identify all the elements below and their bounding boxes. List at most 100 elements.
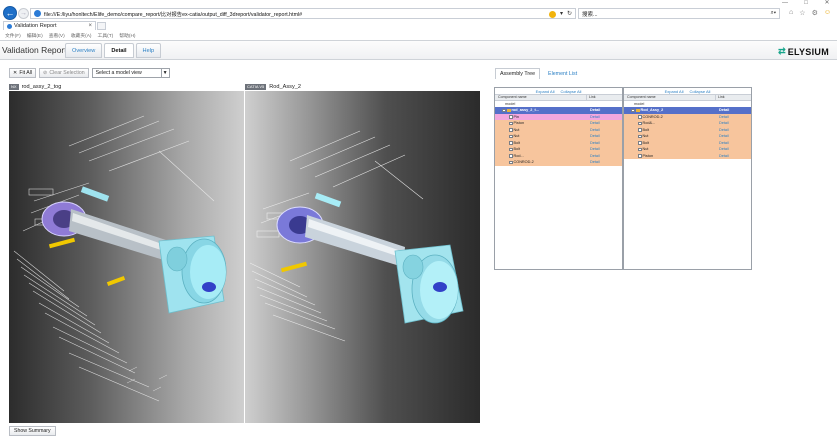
detail-link[interactable]: Detail (716, 147, 751, 151)
menu-tools[interactable]: 工具(T) (98, 32, 114, 39)
tree-node: Bolt (624, 141, 716, 145)
detail-link[interactable]: Detail (587, 160, 622, 164)
home-icon[interactable]: ⌂ (789, 9, 793, 17)
back-button[interactable]: ← (3, 6, 17, 20)
tab-detail[interactable]: Detail (104, 43, 134, 58)
gear-icon[interactable]: ⚙ (812, 9, 818, 17)
tree-node: Nut (624, 134, 716, 138)
detail-link[interactable]: Detail (587, 108, 622, 112)
expand-all-link[interactable]: Expand All (536, 89, 555, 94)
left-3d-viewport[interactable] (9, 91, 244, 423)
close-tab-icon[interactable]: × (88, 23, 92, 29)
search-box[interactable]: 搜索... ⌕▾ (578, 8, 780, 19)
detail-link[interactable]: Detail (587, 121, 622, 125)
right-tree-rows: Rod_Assy_2 Detail CONROD-2 Detail Rod&... Det… (624, 107, 751, 159)
browser-menu-bar: 文件(F) 编辑(E) 查看(V) 收藏夹(A) 工具(T) 帮助(H) (0, 31, 837, 39)
detail-link[interactable]: Detail (587, 147, 622, 151)
tab-overview[interactable]: Overview (65, 43, 103, 58)
collapse-all-link[interactable]: Collapse All (561, 89, 582, 94)
detail-link[interactable]: Detail (716, 154, 751, 158)
viewer-toolbar: ✕ Fit All ⊘ Clear Selection Select a mod… (9, 68, 170, 78)
address-bar[interactable]: file:///E:/liyu/honltech/Elife_demo/comp… (30, 8, 576, 19)
feedback-smiley-icon[interactable]: ☺ (824, 9, 831, 17)
right-model-name: Rod_Assy_2 (269, 83, 301, 90)
detail-link[interactable]: Detail (716, 115, 751, 119)
address-actions: ▾ ↻ (548, 10, 575, 18)
detail-link[interactable]: Detail (716, 128, 751, 132)
tree-node-label: Nut (513, 134, 520, 139)
url-text[interactable]: file:///E:/liyu/honltech/Elife_demo/comp… (44, 10, 549, 18)
tree-node-label: Bolt (642, 140, 650, 145)
detail-link[interactable]: Detail (716, 108, 751, 112)
clear-selection-icon: ⊘ (43, 70, 48, 76)
menu-help[interactable]: 帮助(H) (119, 32, 135, 39)
tab-element-list[interactable]: Element List (543, 68, 582, 79)
visibility-checkbox[interactable] (638, 134, 642, 138)
visibility-checkbox[interactable] (509, 121, 513, 125)
visibility-checkbox[interactable] (509, 115, 513, 119)
assembly-panel-tabs: Assembly Tree Element List (495, 68, 582, 79)
visibility-checkbox[interactable] (631, 108, 635, 112)
compatibility-icon[interactable] (548, 10, 556, 18)
refresh-icon[interactable]: ↻ (567, 10, 572, 18)
detail-link[interactable]: Detail (587, 134, 622, 138)
detail-link[interactable]: Detail (716, 121, 751, 125)
dropdown-arrow-icon[interactable]: ▾ (560, 10, 563, 18)
tree-node-label: Rod_Assy_2 (640, 108, 664, 113)
column-component-name: Component name (495, 95, 587, 100)
detail-link[interactable]: Detail (587, 128, 622, 132)
detail-link[interactable]: Detail (716, 141, 751, 145)
detail-link[interactable]: Detail (587, 154, 622, 158)
visibility-checkbox[interactable] (509, 154, 513, 158)
menu-view[interactable]: 查看(V) (49, 32, 65, 39)
tab-help[interactable]: Help (135, 43, 162, 58)
right-cad-badge: CATIA V5 (245, 83, 267, 90)
fit-all-button[interactable]: ✕ Fit All (9, 68, 37, 78)
visibility-checkbox[interactable] (509, 141, 513, 145)
chevron-down-icon[interactable]: ▼ (160, 69, 169, 77)
left-assembly-tree: Expand All Collapse All Component name L… (494, 87, 623, 270)
visibility-checkbox[interactable] (509, 128, 513, 132)
visibility-checkbox[interactable] (638, 128, 642, 132)
visibility-checkbox[interactable] (509, 134, 513, 138)
detail-link[interactable]: Detail (716, 134, 751, 138)
search-input[interactable]: 搜索... (582, 10, 598, 18)
browser-tab[interactable]: Validation Report × (3, 21, 96, 30)
visibility-checkbox[interactable] (509, 160, 513, 164)
visibility-checkbox[interactable] (638, 154, 642, 158)
tree-node: rod_assy_2_t... (495, 108, 587, 112)
expand-all-link[interactable]: Expand All (665, 89, 684, 94)
tree-node-label: Piston (642, 153, 654, 158)
visibility-checkbox[interactable] (638, 141, 642, 145)
clear-selection-button[interactable]: ⊘ Clear Selection (39, 68, 89, 78)
tree-node-label: Bolt (513, 147, 521, 152)
visibility-checkbox[interactable] (509, 147, 513, 151)
left-tree-rows: rod_assy_2_t... Detail Pin Detail Piston Deta… (495, 107, 622, 166)
menu-favorites[interactable]: 收藏夹(A) (71, 32, 92, 39)
detail-link[interactable]: Detail (587, 115, 622, 119)
model-view-select[interactable]: Select a model view ▼ (91, 68, 170, 78)
visibility-checkbox[interactable] (502, 108, 506, 112)
menu-file[interactable]: 文件(F) (5, 32, 21, 39)
new-tab-button[interactable] (97, 22, 106, 30)
menu-edit[interactable]: 编辑(E) (27, 32, 43, 39)
column-link: Link (589, 95, 596, 99)
star-icon[interactable]: ☆ (799, 9, 805, 17)
arrow-left-icon: ← (5, 8, 15, 18)
visibility-checkbox[interactable] (638, 115, 642, 119)
visibility-checkbox[interactable] (638, 147, 642, 151)
fit-all-label: Fit All (19, 70, 33, 76)
folder-icon (635, 108, 640, 112)
tab-assembly-tree[interactable]: Assembly Tree (495, 68, 541, 79)
show-summary-button[interactable]: Show Summary (9, 426, 56, 436)
detail-link[interactable]: Detail (587, 141, 622, 145)
tree-row[interactable]: CONROD-2 Detail (495, 159, 622, 166)
collapse-all-link[interactable]: Collapse All (690, 89, 711, 94)
right-3d-viewport[interactable] (245, 91, 480, 423)
report-header: Validation Report Overview Detail Help ⇄… (0, 40, 837, 60)
tree-row[interactable]: Piston Detail (624, 152, 751, 159)
search-icon[interactable]: ⌕▾ (771, 10, 776, 17)
forward-button[interactable]: → (18, 8, 29, 19)
visibility-checkbox[interactable] (638, 121, 642, 125)
fit-all-icon: ✕ (13, 70, 18, 76)
